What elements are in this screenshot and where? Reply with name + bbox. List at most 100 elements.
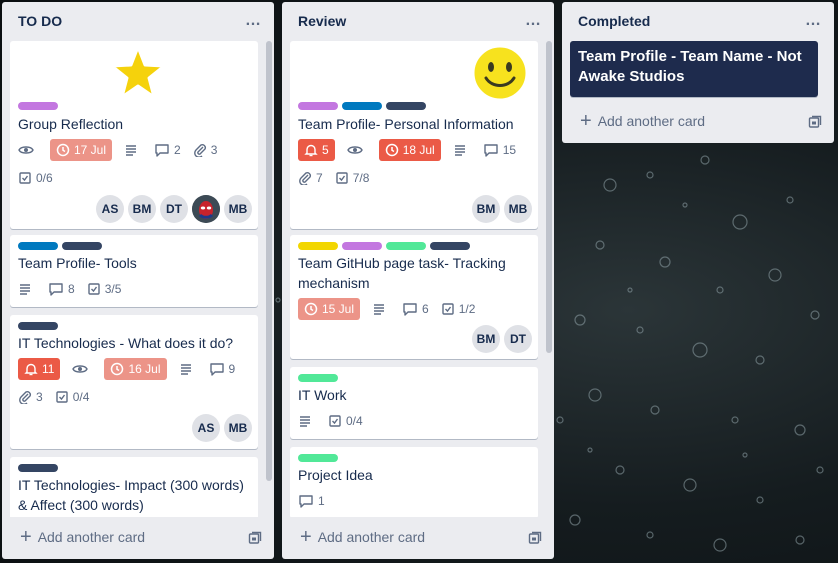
- member-avatar[interactable]: BM: [472, 195, 500, 223]
- description-icon: [454, 145, 465, 156]
- card-badges: 17 Jul 2 3: [18, 139, 229, 161]
- card[interactable]: Team Profile- Tools 8 3/5: [10, 235, 258, 307]
- comments-badge: 2: [154, 139, 181, 161]
- card-badges: 5 18 Jul 15: [298, 139, 528, 161]
- checklist-icon: [87, 283, 100, 295]
- member-avatar[interactable]: MB: [504, 195, 532, 223]
- card[interactable]: IT Work 0/4: [290, 367, 538, 439]
- member-avatar[interactable]: MB: [224, 195, 252, 223]
- due-date-badge[interactable]: 16 Jul: [104, 358, 167, 380]
- checklist-icon: [55, 391, 68, 403]
- comments-badge: 1: [298, 490, 325, 512]
- due-date-text: 18 Jul: [402, 143, 435, 157]
- plus-icon: +: [580, 110, 592, 132]
- member-avatar[interactable]: DT: [160, 195, 188, 223]
- card-members: AS BM DT MB: [96, 195, 252, 223]
- due-date-badge[interactable]: 18 Jul: [378, 139, 441, 161]
- card[interactable]: Team Profile - Team Name - Not Awake Stu…: [570, 41, 818, 97]
- list-title[interactable]: Completed: [578, 13, 650, 29]
- eye-icon: [346, 146, 363, 154]
- card[interactable]: Project Idea 1: [290, 447, 538, 517]
- label-navy: [386, 102, 426, 110]
- notification-badge[interactable]: 5: [298, 139, 335, 161]
- member-avatar[interactable]: BM: [472, 325, 500, 353]
- card-title-line2: & Affect (300 words): [18, 497, 144, 513]
- card[interactable]: IT Technologies - What does it do? 11 16…: [10, 315, 258, 449]
- add-card-label: Add another card: [597, 113, 706, 129]
- list-menu-icon[interactable]: …: [801, 12, 826, 30]
- cards-container: Team Profile- Personal Information 5 18 …: [282, 39, 554, 517]
- label-purple: [342, 242, 382, 250]
- checklist-badge: 7/8: [335, 167, 369, 189]
- comments-badge: 9: [209, 358, 235, 380]
- label-purple: [18, 102, 58, 110]
- due-date-text: 16 Jul: [128, 362, 161, 376]
- attachments-count: 3: [36, 390, 43, 404]
- checklist-icon: [329, 415, 341, 427]
- card-title-line1: Team GitHub page task- Tracking: [298, 255, 506, 271]
- clock-icon: [111, 362, 124, 376]
- card-title-line2: mechanism: [298, 275, 370, 291]
- due-date-text: 15 Jul: [322, 302, 355, 316]
- member-photo-avatar[interactable]: [192, 195, 220, 223]
- member-avatar[interactable]: AS: [192, 414, 220, 442]
- description-badge: [298, 410, 316, 432]
- card-template-icon[interactable]: [808, 115, 822, 129]
- checklist-icon: [442, 303, 454, 315]
- watching-badge: [72, 358, 92, 380]
- card-badges-row2: 0/6: [18, 167, 65, 189]
- member-avatar[interactable]: BM: [128, 195, 156, 223]
- checklist-count: 0/4: [346, 414, 363, 428]
- card[interactable]: Group Reflection 17 Jul 2 3 0/6 AS BM DT…: [10, 41, 258, 229]
- due-date-badge[interactable]: 15 Jul: [298, 298, 361, 320]
- card-labels: [298, 374, 338, 382]
- card-labels: [18, 102, 58, 110]
- label-green: [298, 454, 338, 462]
- card[interactable]: Team GitHub page task- Tracking mechanis…: [290, 235, 538, 359]
- card-badges: 8 3/5: [18, 278, 133, 300]
- attachments-count: 3: [210, 143, 218, 157]
- description-icon: [300, 416, 310, 427]
- due-date-badge[interactable]: 17 Jul: [50, 139, 113, 161]
- comment-icon: [155, 144, 169, 157]
- scrollbar[interactable]: [266, 41, 272, 481]
- list-title[interactable]: Review: [298, 13, 346, 29]
- card-title-line2: Awake Studios: [578, 68, 685, 85]
- add-card-button[interactable]: + Add another card: [290, 523, 546, 551]
- comment-icon: [403, 303, 417, 316]
- smiley-sticker-icon: [471, 44, 529, 102]
- card-template-icon[interactable]: [528, 531, 542, 545]
- description-badge: [453, 139, 471, 161]
- member-avatar[interactable]: DT: [504, 325, 532, 353]
- scrollbar[interactable]: [546, 41, 552, 353]
- card[interactable]: IT Technologies- Impact (300 words) & Af…: [10, 457, 258, 517]
- list-todo: TO DO … Group Reflection 17 Jul 2 3 0/6 …: [2, 2, 274, 559]
- notification-badge[interactable]: 11: [18, 358, 61, 380]
- list-header: TO DO …: [2, 2, 274, 39]
- checklist-count: 3/5: [104, 282, 122, 296]
- member-avatar[interactable]: AS: [96, 195, 124, 223]
- card[interactable]: Team Profile- Personal Information 5 18 …: [290, 41, 538, 229]
- list-title[interactable]: TO DO: [18, 13, 62, 29]
- member-avatar[interactable]: MB: [224, 414, 252, 442]
- list-menu-icon[interactable]: …: [241, 12, 266, 30]
- list-header: Completed …: [562, 2, 834, 39]
- label-navy: [62, 242, 102, 250]
- plus-icon: +: [20, 526, 32, 548]
- card-title: Project Idea: [298, 467, 373, 483]
- list-menu-icon[interactable]: …: [521, 12, 546, 30]
- add-card-label: Add another card: [37, 529, 146, 545]
- card-template-icon[interactable]: [248, 531, 262, 545]
- eye-icon: [72, 365, 89, 373]
- list-header: Review …: [282, 2, 554, 39]
- card-members: AS MB: [192, 414, 252, 442]
- card-badges: 1: [298, 490, 337, 512]
- comments-badge: 6: [402, 298, 429, 320]
- bell-icon: [304, 144, 318, 157]
- add-card-button[interactable]: + Add another card: [570, 107, 826, 135]
- label-blue: [342, 102, 382, 110]
- add-card-button[interactable]: + Add another card: [10, 523, 266, 551]
- description-badge: [124, 139, 142, 161]
- card-badges: 15 Jul 6 1/2: [298, 298, 487, 320]
- label-purple: [298, 102, 338, 110]
